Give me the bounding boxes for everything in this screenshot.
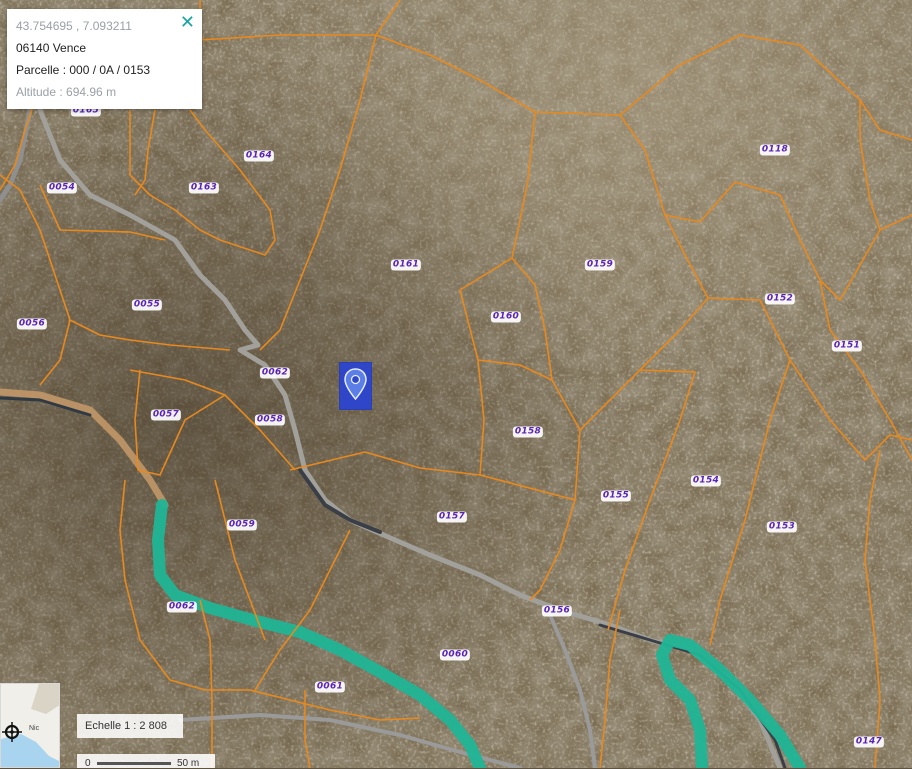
parcel-label[interactable]: 0157 — [436, 511, 468, 523]
parcel-label[interactable]: 0159 — [584, 259, 616, 271]
parcel-label[interactable]: 0163 — [188, 182, 220, 194]
scale-zero-label: 0 — [85, 758, 91, 769]
parcel-label[interactable]: 0161 — [390, 259, 422, 271]
parcel-label[interactable]: 0158 — [512, 426, 544, 438]
popup-parcelle: Parcelle : 000 / 0A / 0153 — [16, 63, 151, 77]
parcel-label[interactable]: 0147 — [853, 736, 885, 748]
parcel-label[interactable]: 0156 — [541, 605, 573, 617]
scale-ratio: Echelle 1 : 2 808 — [77, 714, 183, 738]
parcel-label[interactable]: 0056 — [16, 318, 48, 330]
close-icon[interactable]: ✕ — [180, 12, 195, 34]
parcel-label[interactable]: 0062 — [166, 601, 198, 613]
parcel-label[interactable]: 0155 — [600, 490, 632, 502]
parcel-label[interactable]: 0061 — [314, 681, 346, 693]
parcel-label[interactable]: 0153 — [766, 521, 798, 533]
parcel-label[interactable]: 0154 — [690, 475, 722, 487]
popup-coordinates: 43.754695 , 7.093211 — [16, 19, 132, 33]
info-popup: 43.754695 , 7.093211 06140 Vence Parcell… — [7, 9, 202, 109]
popup-commune: 06140 Vence — [16, 41, 87, 55]
parcel-label[interactable]: 0062 — [259, 367, 291, 379]
scale-distance-label: 50 m — [177, 758, 200, 769]
parcel-label[interactable]: 0152 — [764, 293, 796, 305]
parcel-label[interactable]: 0118 — [759, 144, 791, 156]
location-marker[interactable] — [339, 362, 372, 410]
parcel-label[interactable]: 0054 — [46, 182, 78, 194]
popup-altitude: Altitude : 694.96 m — [16, 85, 117, 99]
scale-bar: 0 50 m — [77, 754, 215, 769]
parcel-label[interactable]: 0055 — [131, 299, 163, 311]
parcel-label[interactable]: 0060 — [439, 649, 471, 661]
parcel-label[interactable]: 0160 — [490, 311, 522, 323]
map-pin-icon — [344, 368, 367, 401]
scale-line — [97, 762, 171, 765]
parcel-label[interactable]: 0059 — [226, 519, 258, 531]
minimap-label: Nic — [29, 725, 40, 732]
overview-minimap[interactable]: Nic — [0, 683, 60, 768]
parcel-label[interactable]: 0058 — [254, 414, 286, 426]
parcel-label[interactable]: 0057 — [150, 409, 182, 421]
parcel-label[interactable]: 0151 — [831, 340, 863, 352]
parcel-label[interactable]: 0164 — [243, 150, 275, 162]
